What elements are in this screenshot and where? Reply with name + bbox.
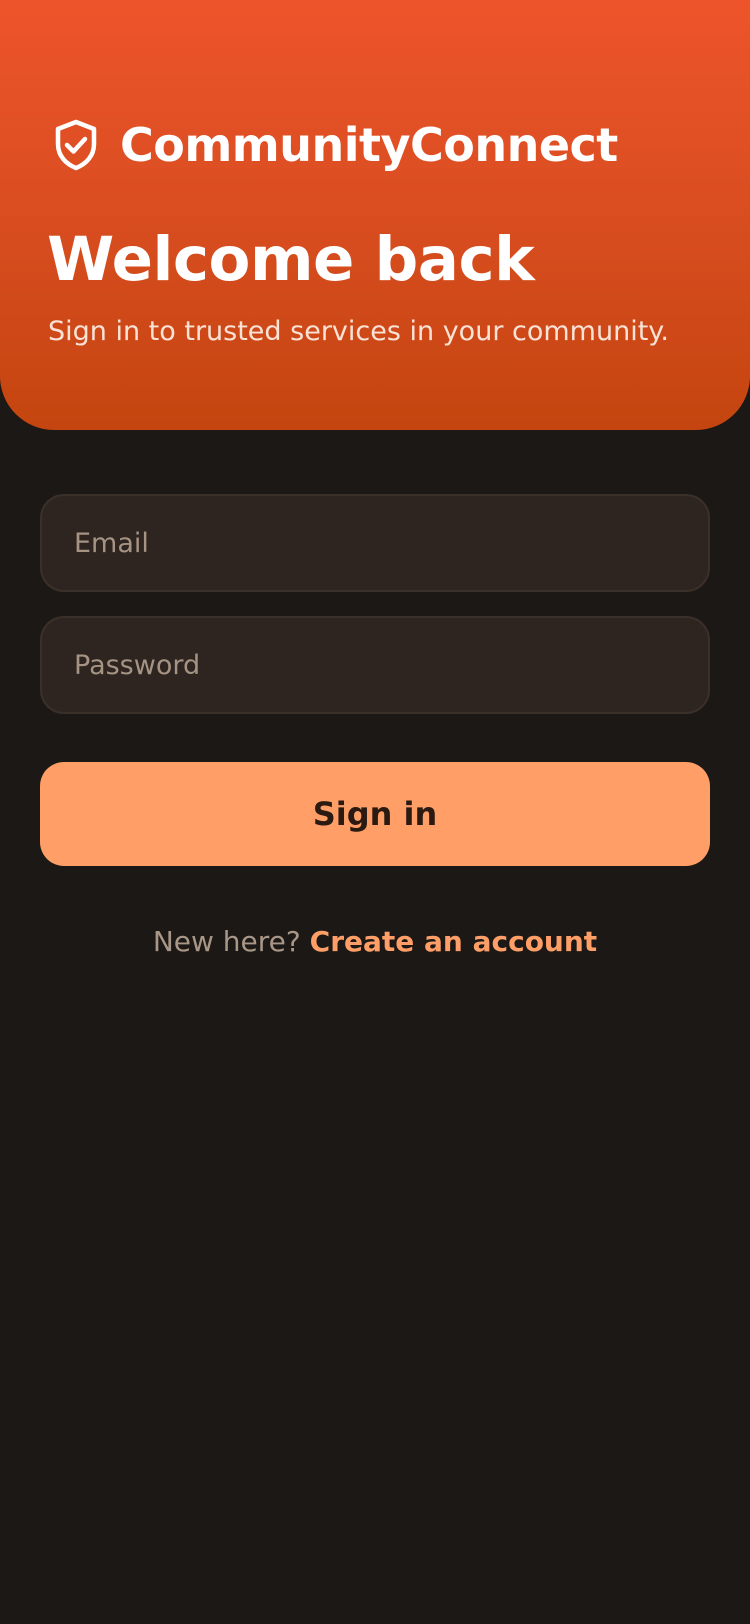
- new-here-text: New here?: [152, 925, 301, 958]
- email-field[interactable]: [40, 494, 710, 592]
- page-subtitle: Sign in to trusted services in your comm…: [48, 316, 669, 347]
- hero-header: CommunityConnect Welcome back Sign in to…: [0, 0, 750, 430]
- app-name: CommunityConnect: [120, 118, 618, 172]
- sign-in-button[interactable]: Sign in: [40, 762, 710, 866]
- create-account-prompt: New here? Create an account: [0, 920, 750, 964]
- brand: CommunityConnect: [52, 116, 618, 174]
- shield-check-icon: [52, 118, 100, 172]
- page-title: Welcome back: [47, 224, 535, 295]
- create-account-link[interactable]: Create an account: [310, 925, 598, 958]
- password-field[interactable]: [40, 616, 710, 714]
- sign-in-screen: CommunityConnect Welcome back Sign in to…: [0, 0, 750, 1624]
